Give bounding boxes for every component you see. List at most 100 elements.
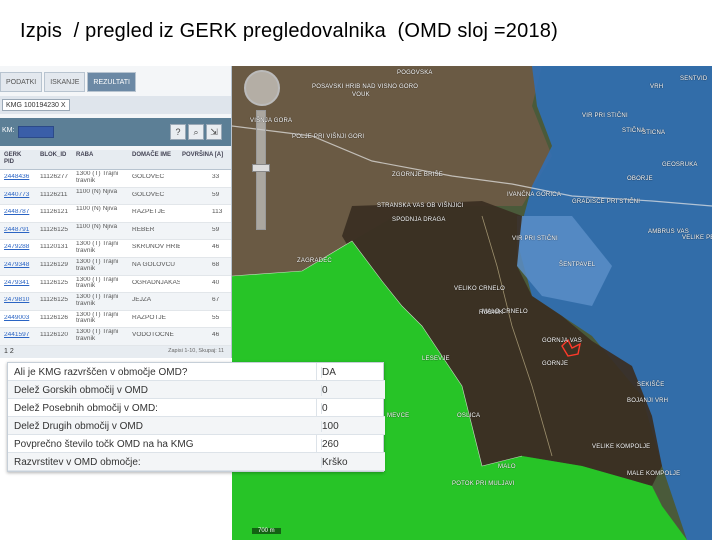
column-header-ime[interactable]: DOMAČE IME [132,152,171,159]
gerk-pid-link[interactable]: 2448791 [4,227,36,234]
table-row[interactable]: 2448791 11126125 1100 (N) Njiva REBER 59 [0,222,231,241]
gerk-pid-link[interactable]: 2479810 [4,297,36,304]
domace-ime-cell: RAZPOTJE [132,314,166,321]
info-value: Krško [321,457,348,468]
info-label: Ali je KMG razvrščen v območje OMD? [14,367,188,378]
map-place-label: ŠENTPAVEL [559,262,596,268]
blok-id-cell: 11126125 [40,279,68,286]
map-place-label: STRANSKA VAS OB VIŠNJICI [377,203,464,209]
info-row: Ali je KMG razvrščen v območje OMD? DA [8,363,385,381]
map-place-label: GORNJA VAS [542,338,582,344]
blok-id-cell: 11126121 [40,209,68,216]
info-label: Delež Posebnih območij v OMD: [14,403,158,414]
map-place-label: SENTVID [680,76,708,82]
info-value: 0 [321,403,328,414]
map-place-label: GEOSRUKA [662,162,698,168]
map-zoom-knob[interactable] [252,164,270,172]
gerk-pid-link[interactable]: 2479341 [4,280,36,287]
info-label: Razvrstitev v OMD območje: [14,457,141,468]
gerk-pid-link[interactable]: 2441597 [4,332,36,339]
map-place-label: SEKIŠČE [637,382,665,388]
gerk-pid-link[interactable]: 2479288 [4,244,36,251]
domace-ime-cell: GOLOVEC [132,191,165,198]
info-label: Delež Drugih območij v OMD [14,421,143,432]
kmg-id-row: KMG 100194230 X [0,96,231,114]
pager-pages[interactable]: 1 2 [4,348,14,355]
column-header-blok[interactable]: BLOK_ID [40,152,66,159]
table-row[interactable]: 2479341 11126125 1300 (T) Trajni travnik OG… [0,275,231,294]
povrsina-cell: 55 [212,314,220,321]
map-place-label: LESEVJE [422,356,450,362]
map-place-label: GORNJE [542,361,569,367]
map-place-label: GRADIŠČE PRI STIČNI [572,199,641,205]
map-place-label: VIŠNJA GORA [250,118,293,124]
map-place-label: MEVCE [387,413,410,419]
gerk-pid-link[interactable]: 2449003 [4,315,36,322]
povrsina-cell: 59 [212,226,220,233]
gerk-pid-link[interactable]: 2448436 [4,174,36,181]
table-row[interactable]: 2479348 11126129 1300 (T) Trajni travnik NA… [0,258,231,276]
map-place-label: POSAVSKI HRIB NAD VISNO GORO [312,84,419,90]
info-icon[interactable]: ? [170,124,186,140]
map-place-label: VRH [650,84,664,90]
map-place-label: MALE KOMPOLJE [627,471,681,477]
table-row[interactable]: 2440773 11126211 1100 (N) Njiva GOLOVEC 59 [0,187,231,206]
map-scale-bar: 700 m [252,528,281,534]
kmg-select[interactable] [18,126,54,138]
gerk-pid-link[interactable]: 2448787 [4,209,36,216]
gerk-pid-link[interactable]: 2479348 [4,262,36,269]
povrsina-cell: 46 [212,332,220,339]
domace-ime-cell: VODOTOČNE [132,332,174,339]
table-row[interactable]: 2448436 11126277 1300 (T) Trajni travnik GO… [0,170,231,188]
info-label: Delež Gorskih območij v OMD [14,385,148,396]
domace-ime-cell: RAZPETJE [132,209,166,216]
raba-cell: 1300 (T) Trajni travnik [76,329,119,342]
column-header-raba[interactable]: RABA [76,152,93,159]
grid-pager: 1 2 Zapisi 1-10, Skupaj: 11 [0,346,231,358]
map-pan-control[interactable] [244,70,280,106]
table-row[interactable]: 2441597 11126120 1300 (T) Trajni travnik VO… [0,328,231,346]
info-value: DA [321,367,336,378]
grid-body: 2448436 11126277 1300 (T) Trajni travnik GO… [0,170,231,346]
map-place-label: STICNA [642,130,666,136]
blok-id-cell: 11126125 [40,226,68,233]
export-icon[interactable]: ⇲ [206,124,222,140]
table-row[interactable]: 2479810 11126125 1300 (T) Trajni travnik JE… [0,293,231,311]
info-value: 0 [321,385,328,396]
raba-cell: 1100 (N) Njiva [76,188,118,195]
gerk-pid-link[interactable]: 2440773 [4,192,36,199]
map-place-label: VELIKE PECE [682,235,712,241]
blok-id-cell: 11120131 [40,244,68,251]
raba-cell: 1300 (T) Trajni travnik [76,259,119,272]
info-row: Razvrstitev v OMD območje: Krško [8,453,385,471]
povrsina-cell: 40 [212,279,220,286]
raba-cell: 1100 (N) Njiva [76,223,118,230]
tab-rezultati[interactable]: Rezultati [87,72,136,92]
map-place-label: MALO [498,464,516,470]
grid-header: GERK PID BLOK_ID RABA DOMAČE IME POVRŠIN… [0,150,231,170]
table-row[interactable]: 2479288 11120131 1300 (T) Trajni travnik SK… [0,240,231,258]
tab-podatki[interactable]: Podatki [0,72,43,92]
column-header-pid[interactable]: GERK PID [4,152,32,166]
map-place-label: VELIKO CRNELO [454,286,505,292]
kmg-id-chip[interactable]: KMG 100194230 X [2,99,70,111]
map-place-label: OBORJE [627,176,653,182]
domace-ime-cell: NA GOLOVCU [132,262,175,268]
blok-id-cell: 11126211 [40,191,68,198]
table-row[interactable]: 2449003 11126126 1300 (T) Trajni travnik RA… [0,310,231,329]
info-value: 260 [321,439,339,450]
domace-ime-cell: REBER [132,226,155,233]
domace-ime-cell: SKRUNOV HRIB [132,244,180,251]
raba-cell: 1300 (T) Trajni travnik [76,311,119,325]
map-place-label: POLJE PRI VIŠNJI GORI [292,134,365,140]
slide-title: Izpis / pregled iz GERK pregledovalnika … [20,20,558,42]
blok-id-cell: 11126129 [40,262,68,268]
results-toolbar: KM: ? ⌕ ⇲ [0,118,231,146]
map-place-label: POTOK PRI MULJAVI [452,481,515,487]
tab-iskanje[interactable]: Iskanje [44,72,86,92]
pager-info: Zapisi 1-10, Skupaj: 11 [168,348,224,354]
table-row[interactable]: 2448787 11126121 1100 (N) Njiva RAZPETJE 113 [0,205,231,223]
column-header-povrsina[interactable]: POVRŠINA [A] [182,152,228,159]
povrsina-cell: 68 [212,262,220,268]
zoom-to-icon[interactable]: ⌕ [188,124,204,140]
